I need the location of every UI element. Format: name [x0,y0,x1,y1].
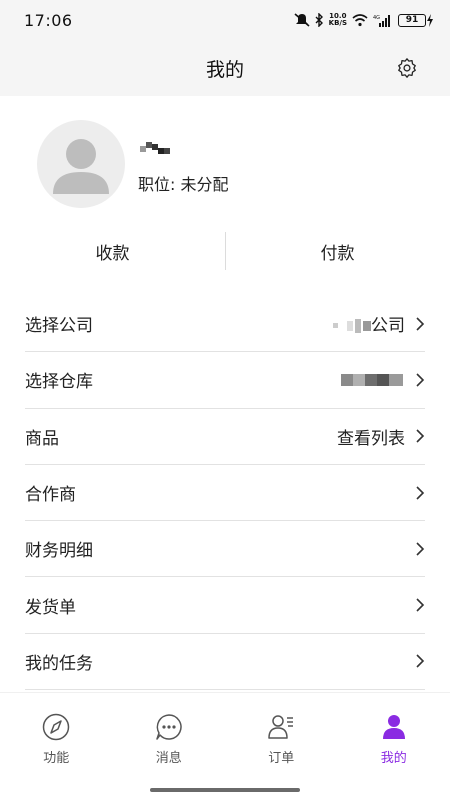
view-list-link[interactable]: 查看列表 [337,424,405,449]
menu-item-delivery-orders[interactable]: 发货单 [25,577,425,634]
svg-text:4G: 4G [373,15,380,21]
menu-item-label: 发货单 [25,597,76,618]
company-value: 公司 [333,311,405,336]
chevron-right-icon [416,317,425,331]
avatar[interactable] [37,120,125,208]
menu-item-partners[interactable]: 合作商 [25,465,425,522]
nav-bar: 我的 [0,40,450,96]
menu-item-label: 我的任务 [25,653,93,674]
cellular-signal-icon: 4G [373,14,390,27]
chevron-right-icon [416,654,425,668]
chevron-right-icon [416,429,425,443]
user-avatar-icon [53,139,109,194]
tab-orders[interactable]: 订单 [225,693,338,773]
compass-icon [43,713,70,741]
wifi-icon [352,13,368,26]
company-name-redacted [333,319,371,334]
menu-item-label: 商品 [25,428,59,449]
page-title: 我的 [205,58,244,81]
person-icon [382,715,405,739]
menu-list: 选择公司 公司 选择仓库 商品 查看列表 合作商 财务明细 发货单 我的任务 [25,296,425,691]
home-indicator[interactable] [150,788,300,792]
menu-item-products[interactable]: 商品 查看列表 [25,409,425,465]
gear-icon[interactable] [396,57,418,79]
menu-item-select-warehouse[interactable]: 选择仓库 [25,352,425,409]
warehouse-name-redacted [341,373,403,386]
chevron-right-icon [416,542,425,556]
tab-label: 订单 [268,751,295,766]
status-icons: 10.0 KB/S 4G 91 [294,13,434,27]
chevron-right-icon [416,598,425,612]
mute-bell-icon [294,13,310,27]
menu-item-label: 选择公司 [25,316,93,337]
username-redacted [140,142,170,154]
chevron-right-icon [416,485,425,500]
status-time: 17:06 [24,10,73,30]
collect-button[interactable]: 收款 [0,226,225,276]
bluetooth-icon [315,13,323,27]
menu-item-label: 选择仓库 [25,372,93,393]
menu-item-label: 财务明细 [25,541,93,562]
tab-mine[interactable]: 我的 [338,693,450,773]
status-bar: 17:06 10.0 KB/S 4G 91 [0,0,450,40]
menu-item-select-company[interactable]: 选择公司 公司 [25,296,425,353]
position-label: 职位: 未分配 [138,175,229,194]
profile-section: 职位: 未分配 [0,96,450,226]
payment-actions: 收款 付款 [0,226,450,276]
tab-label: 功能 [43,751,70,766]
charging-icon [427,13,433,27]
pay-button[interactable]: 付款 [225,226,450,276]
menu-item-financial-details[interactable]: 财务明细 [25,521,425,578]
bottom-tab-bar: 功能 消息 订单 我的 [0,692,450,800]
tab-label: 消息 [155,751,182,766]
network-speed: 10.0 KB/S [328,12,347,27]
menu-item-label: 合作商 [25,485,76,506]
chevron-right-icon [416,373,425,387]
menu-item-my-tasks[interactable]: 我的任务 [25,634,425,691]
tab-functions[interactable]: 功能 [0,693,113,773]
tab-label: 我的 [380,751,407,766]
chat-bubble-icon [156,714,182,740]
order-user-icon [268,715,294,739]
battery-indicator: 91 [398,13,434,27]
divider [225,232,226,270]
tab-messages[interactable]: 消息 [113,693,226,773]
